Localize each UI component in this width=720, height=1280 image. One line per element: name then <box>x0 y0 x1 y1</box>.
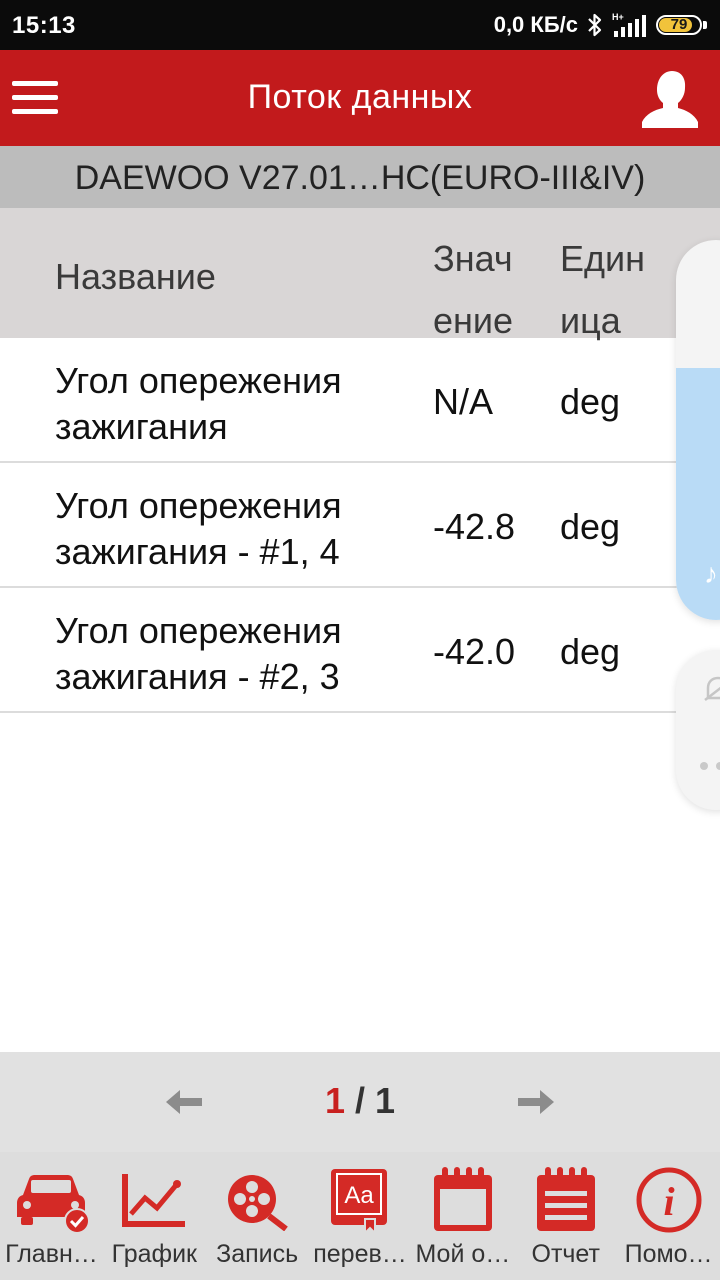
column-header-name: Название <box>55 256 216 297</box>
nav-graph[interactable]: График <box>103 1152 206 1280</box>
nav-my[interactable]: Мой о… <box>411 1152 514 1280</box>
row-value: N/A <box>433 381 494 422</box>
row-value: -42.8 <box>433 506 516 547</box>
nav-home[interactable]: Главн… <box>0 1152 103 1280</box>
current-page: 1 <box>324 1080 345 1121</box>
table-row[interactable]: Угол опережения зажигания - #1, 4 -42.8 … <box>0 463 720 588</box>
floating-controls-panel[interactable] <box>676 650 720 810</box>
battery-icon: 79 <box>656 13 708 37</box>
column-header-value-line1: Знач <box>433 238 513 279</box>
row-name-line1: Угол опережения <box>55 610 342 651</box>
data-stream-table: Угол опережения зажигания N/A deg Угол о… <box>0 338 720 713</box>
status-time: 15:13 <box>12 12 76 39</box>
page-indicator: 1 / 1 <box>0 1080 720 1122</box>
row-name: Угол опережения зажигания <box>55 358 415 450</box>
pagination-bar: 1 / 1 <box>0 1052 720 1152</box>
next-page-arrow-icon[interactable] <box>514 1086 558 1118</box>
nav-label: Помо… <box>624 1240 713 1268</box>
status-bar: 15:13 0,0 КБ/с H+ 79 <box>0 0 720 50</box>
row-unit: deg <box>560 381 621 422</box>
row-name: Угол опережения зажигания - #2, 3 <box>55 608 415 700</box>
row-name-line1: Угол опережения <box>55 485 342 526</box>
row-name-line2: зажигания - #2, 3 <box>55 656 340 697</box>
menu-icon[interactable] <box>12 78 60 118</box>
nav-label: перев… <box>313 1240 407 1268</box>
nav-label: Запись <box>216 1240 299 1268</box>
page-separator: / <box>344 1080 375 1121</box>
film-reel-search-icon <box>217 1162 297 1238</box>
translate-book-icon: Aa <box>320 1162 400 1238</box>
row-name-line1: Угол опережения <box>55 360 342 401</box>
signal-icon: H+ <box>612 12 646 37</box>
bottom-navigation: Главн… График Запись Aa перев… Мой о… От… <box>0 1152 720 1280</box>
page-title: Поток данных <box>247 78 473 116</box>
nav-label: Главн… <box>5 1240 98 1268</box>
nav-translate[interactable]: Aa перев… <box>309 1152 412 1280</box>
battery-level: 79 <box>670 16 688 33</box>
info-icon: i <box>629 1162 709 1238</box>
svg-text:Aa: Aa <box>344 1182 374 1209</box>
network-speed: 0,0 КБ/с <box>493 12 578 37</box>
nav-label: Мой о… <box>415 1240 511 1268</box>
table-row[interactable]: Угол опережения зажигания N/A deg <box>0 338 720 463</box>
column-header-unit-line1: Един <box>560 238 646 279</box>
user-profile-icon[interactable] <box>638 66 702 130</box>
row-name-line2: зажигания - #1, 4 <box>55 531 340 572</box>
calendar-icon <box>423 1162 503 1238</box>
status-icons: 0,0 КБ/с H+ 79 <box>494 8 708 42</box>
vehicle-label: DAEWOO V27.01…HC(EURO-III&IV) <box>0 146 720 208</box>
floating-volume-panel[interactable]: ♪ <box>676 240 720 620</box>
table-row[interactable]: Угол опережения зажигания - #2, 3 -42.0 … <box>0 588 720 713</box>
music-note-icon: ♪ <box>704 558 718 589</box>
total-pages: 1 <box>375 1080 396 1121</box>
line-chart-icon <box>114 1162 194 1238</box>
bluetooth-icon <box>588 13 602 37</box>
more-icon[interactable] <box>700 762 720 770</box>
column-header-unit: Един ица <box>560 228 670 352</box>
bell-off-icon[interactable] <box>698 670 720 710</box>
nav-label: Отчет <box>531 1240 600 1268</box>
nav-report[interactable]: Отчет <box>514 1152 617 1280</box>
column-header-value: Знач ение <box>433 228 543 352</box>
svg-text:H+: H+ <box>612 12 624 22</box>
app-bar: Поток данных <box>0 50 720 146</box>
row-value: -42.0 <box>433 631 516 672</box>
row-unit: deg <box>560 506 621 547</box>
row-name-line2: зажигания <box>55 406 228 447</box>
svg-text:i: i <box>663 1179 674 1224</box>
row-name: Угол опережения зажигания - #1, 4 <box>55 483 415 575</box>
table-header: Название Знач ение Един ица <box>0 208 720 341</box>
nav-label: График <box>111 1240 197 1268</box>
nav-help[interactable]: i Помо… <box>617 1152 720 1280</box>
nav-record[interactable]: Запись <box>206 1152 309 1280</box>
report-icon <box>526 1162 606 1238</box>
car-check-icon <box>11 1162 91 1238</box>
row-unit: deg <box>560 631 621 672</box>
